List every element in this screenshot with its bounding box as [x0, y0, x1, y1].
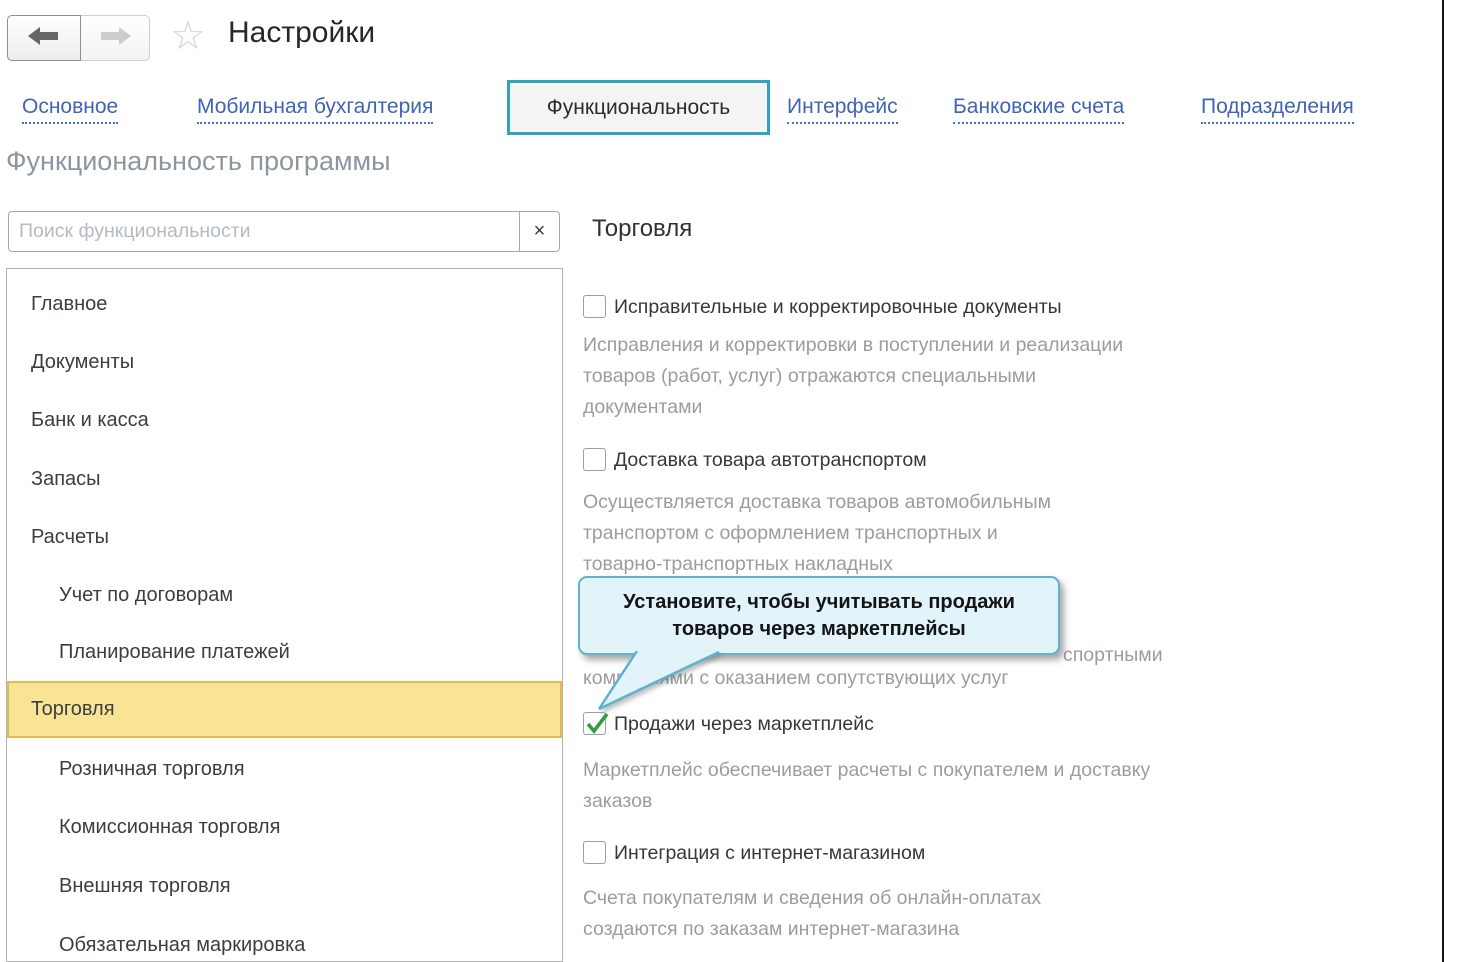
tab-interface[interactable]: Интерфейс [787, 95, 898, 124]
tooltip-marketplace-hint: Установите, чтобы учитывать продажи това… [578, 576, 1060, 655]
settings-window: ☆ Настройки Основное Мобильная бухгалтер… [0, 0, 1468, 962]
page-title: Настройки [228, 16, 375, 50]
sidebar-item-mandatory-labeling[interactable]: Обязательная маркировка [59, 934, 305, 957]
forward-arrow-icon [97, 23, 133, 54]
sidebar-item-trade[interactable]: Торговля [31, 698, 115, 721]
label-online-store-integration[interactable]: Интеграция с интернет-магазином [614, 842, 925, 865]
description-truck-delivery: Осуществляется доставка товаров автомоби… [583, 487, 1051, 580]
description-marketplace-sales: Маркетплейс обеспечивает расчеты с покуп… [583, 755, 1150, 817]
sidebar-item-retail-trade[interactable]: Розничная торговля [59, 758, 245, 781]
label-truck-delivery[interactable]: Доставка товара автотранспортом [614, 449, 927, 472]
section-heading: Функциональность программы [6, 146, 391, 177]
description-corrective-documents: Исправления и корректировки в поступлени… [583, 330, 1123, 423]
tab-bank-accounts[interactable]: Банковские счета [953, 95, 1124, 124]
panel-heading-trade: Торговля [592, 215, 692, 243]
back-button[interactable] [7, 15, 81, 61]
forward-button[interactable] [80, 15, 150, 61]
description-online-store-integration: Счета покупателям и сведения об онлайн-о… [583, 883, 1041, 945]
clear-search-button[interactable]: × [519, 212, 559, 251]
clear-icon: × [534, 220, 546, 243]
sidebar-item-bank-cash[interactable]: Банк и касса [31, 409, 149, 432]
sidebar-item-inventory[interactable]: Запасы [31, 468, 101, 491]
sidebar-item-settlements[interactable]: Расчеты [31, 526, 109, 549]
checkbox-corrective-documents[interactable] [583, 295, 606, 318]
back-arrow-icon [26, 23, 62, 54]
checkbox-truck-delivery[interactable] [583, 448, 606, 471]
favorite-star-icon[interactable]: ☆ [170, 12, 206, 60]
checkbox-online-store-integration[interactable] [583, 841, 606, 864]
tab-departments[interactable]: Подразделения [1201, 95, 1354, 124]
sidebar-item-foreign-trade[interactable]: Внешняя торговля [59, 875, 231, 898]
covered-text-fragment-1: спортными [1063, 644, 1163, 667]
tab-main[interactable]: Основное [22, 95, 118, 124]
sidebar-item-contract-accounting[interactable]: Учет по договорам [59, 584, 233, 607]
tooltip-tail [585, 651, 735, 718]
sidebar-item-commission-trade[interactable]: Комиссионная торговля [59, 816, 280, 839]
window-right-border [1442, 0, 1444, 962]
label-corrective-documents[interactable]: Исправительные и корректировочные докуме… [614, 296, 1062, 319]
tab-functionality[interactable]: Функциональность [507, 80, 770, 135]
sidebar-item-payment-planning[interactable]: Планирование платежей [59, 641, 290, 664]
tab-mobile-accounting[interactable]: Мобильная бухгалтерия [197, 95, 433, 124]
search-box: × [8, 211, 560, 252]
sidebar-item-main[interactable]: Главное [31, 293, 107, 316]
sidebar-item-documents[interactable]: Документы [31, 351, 134, 374]
category-list: Главное Документы Банк и касса Запасы Ра… [6, 268, 563, 962]
search-input[interactable] [9, 212, 514, 251]
